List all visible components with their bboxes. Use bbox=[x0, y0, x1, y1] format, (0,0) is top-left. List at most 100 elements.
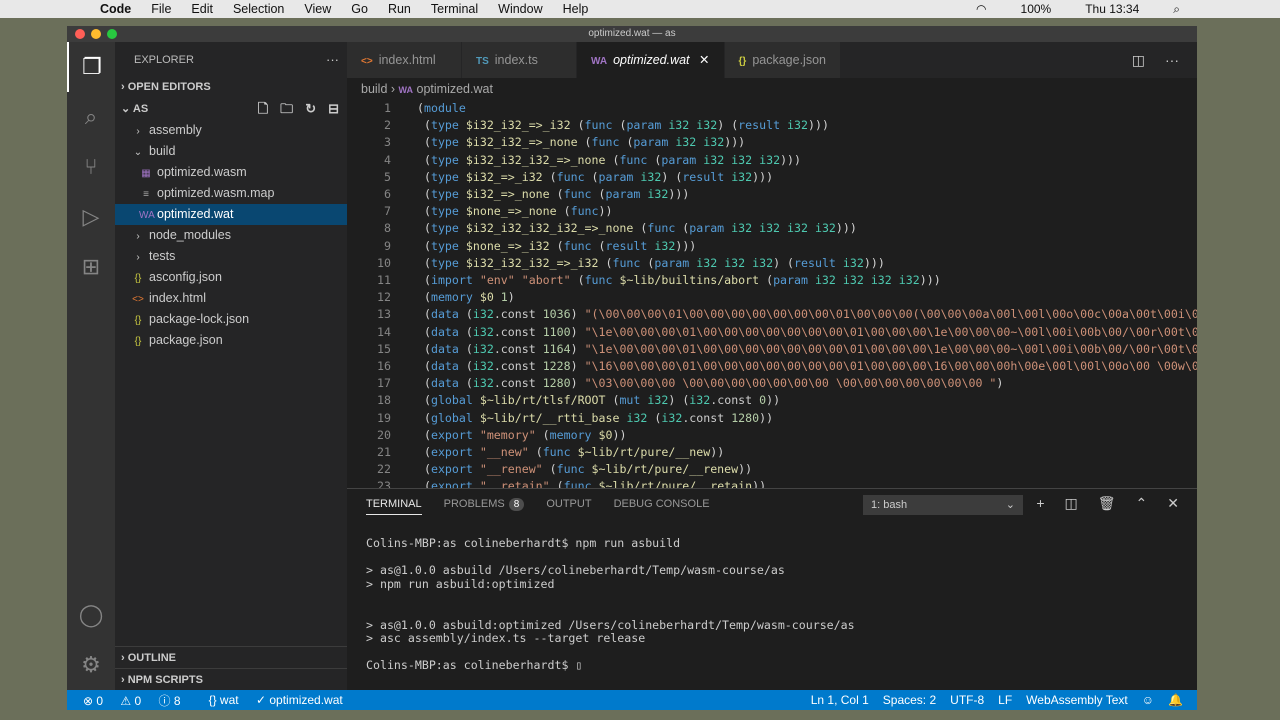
language-mode-button[interactable]: WebAssembly Text bbox=[1026, 693, 1128, 707]
line-number: 22 bbox=[377, 462, 391, 477]
maximize-panel-icon[interactable]: ⌃ bbox=[1136, 495, 1148, 512]
line-number: 11 bbox=[377, 273, 391, 288]
activity-bar: ❐ ⌕ ⑂ ▷ ⊞ ◯ ⚙ bbox=[67, 42, 115, 690]
npm-scripts-section[interactable]: › NPM SCRIPTS bbox=[115, 668, 347, 690]
split-editor-icon[interactable]: ◫ bbox=[1132, 42, 1145, 78]
breadcrumb-file[interactable]: optimized.wat bbox=[417, 82, 493, 96]
tree-item[interactable]: ⌄ build bbox=[115, 141, 347, 162]
menu-edit[interactable]: Edit bbox=[191, 2, 213, 16]
line-number: 10 bbox=[377, 255, 391, 270]
cursor-position[interactable]: Ln 1, Col 1 bbox=[811, 693, 869, 707]
menu-window[interactable]: Window bbox=[498, 2, 542, 16]
title-bar: optimized.wat — as bbox=[67, 26, 1197, 42]
tab-output[interactable]: OUTPUT bbox=[546, 498, 591, 510]
menu-terminal[interactable]: Terminal bbox=[431, 2, 478, 16]
run-debug-icon[interactable]: ▷ bbox=[67, 192, 115, 242]
refresh-icon[interactable]: ↻ bbox=[305, 98, 316, 120]
tree-item[interactable]: {} package.json bbox=[115, 330, 347, 351]
search-icon[interactable]: ⌕ bbox=[67, 92, 115, 142]
more-actions-icon[interactable]: ··· bbox=[1165, 42, 1179, 78]
tab-problems[interactable]: PROBLEMS 8 bbox=[443, 498, 525, 511]
line-number: 8 bbox=[384, 221, 391, 236]
code-line: 21 (export "__new" (func $~lib/rt/pure/_… bbox=[347, 444, 1197, 461]
more-actions-icon[interactable]: ··· bbox=[326, 42, 339, 78]
trash-icon[interactable]: 🗑 bbox=[1098, 495, 1116, 512]
mac-menubar: Code File Edit Selection View Go Run Ter… bbox=[0, 0, 1280, 18]
terminal-output[interactable]: Colins-MBP:as colineberhardt$ npm run as… bbox=[347, 519, 1197, 673]
terminal-select[interactable]: 1: bash ⌄ bbox=[863, 495, 1023, 515]
tab-label: optimized.wat bbox=[613, 53, 690, 67]
close-window-button[interactable] bbox=[75, 29, 85, 39]
end-of-line[interactable]: LF bbox=[998, 693, 1012, 707]
code-line: 23 (export "__retain" (func $~lib/rt/pur… bbox=[347, 478, 1197, 488]
info-count: 8 bbox=[173, 693, 181, 708]
tree-item[interactable]: {} asconfig.json bbox=[115, 267, 347, 288]
bottom-panel: TERMINAL PROBLEMS 8 OUTPUT DEBUG CONSOLE … bbox=[347, 488, 1197, 690]
new-folder-icon[interactable]: 🗀 bbox=[280, 98, 293, 120]
split-terminal-icon[interactable]: ◫ bbox=[1065, 495, 1078, 512]
code-line: 18 (global $~lib/rt/tlsf/ROOT (mut i32) … bbox=[347, 392, 1197, 409]
project-root-section[interactable]: ⌄ AS 🗋 🗀 ↻ ⊟ bbox=[115, 98, 347, 120]
chevron-icon: › bbox=[136, 252, 140, 263]
line-number: 17 bbox=[377, 376, 391, 391]
tab-terminal[interactable]: TERMINAL bbox=[366, 498, 422, 515]
menu-selection[interactable]: Selection bbox=[233, 2, 284, 16]
wifi-icon[interactable]: ◠ bbox=[976, 2, 986, 17]
gear-icon[interactable]: ⚙ bbox=[67, 640, 115, 690]
problems-label: PROBLEMS bbox=[443, 498, 505, 510]
code-editor[interactable]: 1 (module 2 (type $i32_i32_=>_i32 (func (p… bbox=[347, 100, 1197, 488]
code-line: 20 (export "memory" (memory $0)) bbox=[347, 427, 1197, 444]
vscode-window: optimized.wat — as ❐ ⌕ ⑂ ▷ ⊞ ◯ ⚙ EXPLORE… bbox=[67, 26, 1197, 710]
encoding[interactable]: UTF-8 bbox=[950, 693, 984, 707]
menu-run[interactable]: Run bbox=[388, 2, 411, 16]
new-file-icon[interactable]: 🗋 bbox=[258, 98, 268, 120]
tree-item[interactable]: {} package-lock.json bbox=[115, 309, 347, 330]
code-line: 15 (data (i32.const 1164) "\1e\00\00\00\… bbox=[347, 341, 1197, 358]
new-terminal-icon[interactable]: + bbox=[1036, 495, 1044, 512]
language-status[interactable]: {} wat ✓ optimized.wat bbox=[209, 693, 357, 707]
battery-status[interactable]: 100% bbox=[1021, 2, 1052, 17]
tree-item[interactable]: <> index.html bbox=[115, 288, 347, 309]
indentation[interactable]: Spaces: 2 bbox=[883, 693, 936, 707]
close-tab-icon[interactable]: ✕ bbox=[699, 53, 709, 67]
chevron-icon: ⌄ bbox=[133, 147, 143, 158]
breadcrumb-folder[interactable]: build bbox=[361, 82, 387, 96]
terminal-select-value: 1: bash bbox=[871, 499, 908, 511]
tab-index-ts[interactable]: TS index.ts bbox=[462, 42, 577, 78]
line-number: 14 bbox=[377, 324, 391, 339]
menu-file[interactable]: File bbox=[151, 2, 171, 16]
clock[interactable]: Thu 13:34 bbox=[1085, 2, 1139, 17]
open-editors-section[interactable]: › OPEN EDITORS bbox=[115, 76, 347, 98]
tree-item[interactable]: › assembly bbox=[115, 120, 347, 141]
tree-item[interactable]: ≡ optimized.wasm.map bbox=[115, 183, 347, 204]
tree-item[interactable]: WA optimized.wat bbox=[115, 204, 347, 225]
outline-section[interactable]: › OUTLINE bbox=[115, 646, 347, 668]
tree-item[interactable]: ▦ optimized.wasm bbox=[115, 162, 347, 183]
close-panel-icon[interactable]: ✕ bbox=[1167, 495, 1179, 512]
file-icon: {} bbox=[134, 273, 142, 284]
tab-index-html[interactable]: <> index.html bbox=[347, 42, 462, 78]
menu-view[interactable]: View bbox=[304, 2, 331, 16]
minimize-window-button[interactable] bbox=[91, 29, 101, 39]
source-control-icon[interactable]: ⑂ bbox=[67, 142, 115, 192]
notifications-icon[interactable]: 🔔 bbox=[1168, 693, 1183, 707]
spotlight-icon[interactable]: ⌕ bbox=[1173, 2, 1180, 17]
menu-app[interactable]: Code bbox=[100, 2, 131, 16]
account-icon[interactable]: ◯ bbox=[67, 590, 115, 640]
menu-help[interactable]: Help bbox=[563, 2, 589, 16]
tab-label: package.json bbox=[752, 53, 826, 67]
tree-item[interactable]: › tests bbox=[115, 246, 347, 267]
file-icon: ≡ bbox=[143, 189, 149, 200]
menu-go[interactable]: Go bbox=[351, 2, 368, 16]
tree-item[interactable]: › node_modules bbox=[115, 225, 347, 246]
tab-package-json[interactable]: {} package.json bbox=[724, 42, 841, 78]
feedback-icon[interactable]: ☺ bbox=[1142, 693, 1154, 707]
chevron-down-icon: ⌄ bbox=[1005, 499, 1015, 511]
zoom-window-button[interactable] bbox=[107, 29, 117, 39]
problems-status[interactable]: ⊗ 0 ⚠ 0 ⓘ 8 bbox=[83, 692, 195, 709]
extensions-icon[interactable]: ⊞ bbox=[67, 242, 115, 292]
tab-optimized-wat[interactable]: WA optimized.wat ✕ bbox=[577, 42, 725, 78]
collapse-all-icon[interactable]: ⊟ bbox=[328, 98, 339, 120]
explorer-icon[interactable]: ❐ bbox=[67, 42, 115, 92]
tab-debug-console[interactable]: DEBUG CONSOLE bbox=[614, 498, 710, 510]
